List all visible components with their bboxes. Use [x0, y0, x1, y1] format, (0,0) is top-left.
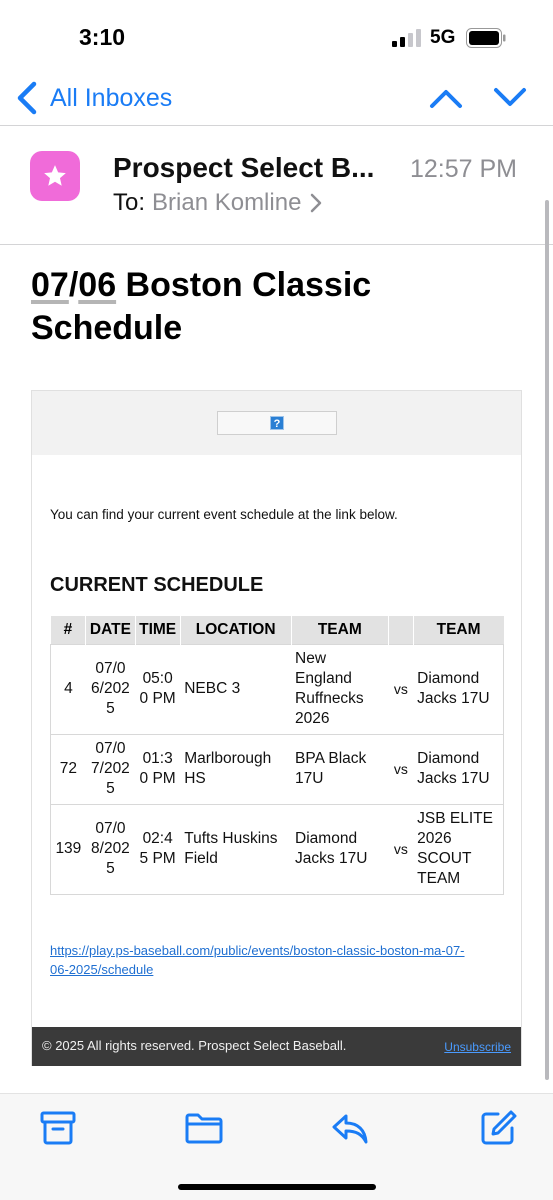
email-footer: © 2025 All rights reserved. Prospect Sel… — [32, 1027, 521, 1066]
back-label: All Inboxes — [50, 83, 173, 112]
email-subject: 07/06 Boston Classic Schedule — [31, 264, 521, 350]
subject-separator: / — [68, 266, 79, 304]
cell-vs: vs — [388, 733, 414, 804]
archive-icon[interactable] — [38, 1108, 78, 1148]
column-header-time: TIME — [134, 616, 181, 644]
cell-location: Marlborough HS — [180, 733, 292, 804]
home-indicator[interactable] — [178, 1184, 376, 1190]
cell-number: 72 — [50, 733, 86, 804]
avatar[interactable] — [30, 151, 80, 201]
recipient-prefix: To: — [113, 189, 146, 216]
cell-vs: vs — [388, 803, 414, 895]
cell-date: 07/07/2025 — [85, 733, 136, 804]
email-body: ? You can find your current event schedu… — [31, 390, 522, 1066]
schedule-link[interactable]: https://play.ps-baseball.com/public/even… — [50, 941, 470, 979]
compose-icon[interactable] — [478, 1108, 518, 1148]
schedule-heading: CURRENT SCHEDULE — [50, 574, 264, 596]
subject-date-link-month[interactable]: 07 — [31, 266, 69, 304]
cell-team-away: JSB ELITE 2026 SCOUT TEAM — [413, 803, 504, 895]
table-header-row: # DATE TIME LOCATION TEAM TEAM — [50, 616, 504, 644]
unsubscribe-link[interactable]: Unsubscribe — [444, 1040, 511, 1054]
cell-team-away: Diamond Jacks 17U — [413, 643, 504, 734]
footer-copyright: © 2025 All rights reserved. Prospect Sel… — [42, 1038, 347, 1053]
previous-message-button[interactable] — [428, 84, 464, 112]
cell-date: 07/06/2025 — [85, 643, 136, 734]
broken-image-icon: ? — [270, 416, 284, 430]
scroll-indicator[interactable] — [545, 200, 549, 1080]
sender-name[interactable]: Prospect Select B... — [113, 152, 398, 184]
cell-number: 139 — [50, 803, 86, 895]
header-banner: ? — [32, 391, 521, 455]
cell-team-away: Diamond Jacks 17U — [413, 733, 504, 804]
cell-time: 05:00 PM — [135, 643, 181, 734]
cell-team-home: New England Ruffnecks 2026 — [291, 643, 389, 734]
subject-date-link-day[interactable]: 06 — [78, 266, 116, 304]
chevron-down-icon — [494, 88, 526, 106]
nav-bar: All Inboxes — [0, 70, 553, 126]
banner-image-placeholder: ? — [217, 411, 337, 435]
table-row: 139 07/08/2025 02:45 PM Tufts Huskins Fi… — [50, 803, 504, 895]
signal-icon — [392, 29, 421, 47]
chevron-right-icon — [311, 193, 322, 213]
recipient-name: Brian Komline — [152, 189, 302, 216]
cell-vs: vs — [388, 643, 414, 734]
cell-location: Tufts Huskins Field — [180, 803, 292, 895]
network-label: 5G — [430, 27, 456, 48]
battery-icon — [466, 28, 506, 48]
next-message-button[interactable] — [492, 84, 528, 112]
recipient-line[interactable]: To: Brian Komline — [113, 189, 322, 217]
column-header-date: DATE — [85, 616, 136, 644]
chevron-up-icon — [430, 90, 462, 108]
status-time: 3:10 — [79, 24, 126, 50]
cell-time: 01:30 PM — [135, 733, 181, 804]
cell-number: 4 — [50, 643, 86, 734]
intro-text: You can find your current event schedule… — [50, 507, 398, 522]
status-bar: 3:10 5G — [0, 0, 553, 70]
bottom-toolbar — [0, 1093, 553, 1200]
cell-team-home: Diamond Jacks 17U — [291, 803, 389, 895]
reply-icon[interactable] — [330, 1108, 370, 1148]
star-icon — [44, 165, 66, 186]
column-header-vs — [388, 616, 414, 644]
folder-icon[interactable] — [184, 1108, 224, 1148]
column-header-team: TEAM — [290, 616, 389, 644]
back-button[interactable]: All Inboxes — [14, 78, 172, 118]
table-row: 4 07/06/2025 05:00 PM NEBC 3 New England… — [50, 643, 504, 734]
column-header-number: # — [50, 616, 86, 644]
cell-location: NEBC 3 — [180, 643, 292, 734]
sent-time: 12:57 PM — [410, 155, 518, 183]
cell-team-home: BPA Black 17U — [291, 733, 389, 804]
cell-time: 02:45 PM — [135, 803, 181, 895]
schedule-table: # DATE TIME LOCATION TEAM TEAM 4 07/06/2… — [50, 616, 504, 895]
sender-header: Prospect Select B... 12:57 PM To: Brian … — [0, 127, 553, 245]
column-header-team-2: TEAM — [412, 616, 504, 644]
table-row: 72 07/07/2025 01:30 PM Marlborough HS BP… — [50, 733, 504, 804]
column-header-location: LOCATION — [179, 616, 292, 644]
cell-date: 07/08/2025 — [85, 803, 136, 895]
back-chevron-icon — [17, 81, 37, 115]
